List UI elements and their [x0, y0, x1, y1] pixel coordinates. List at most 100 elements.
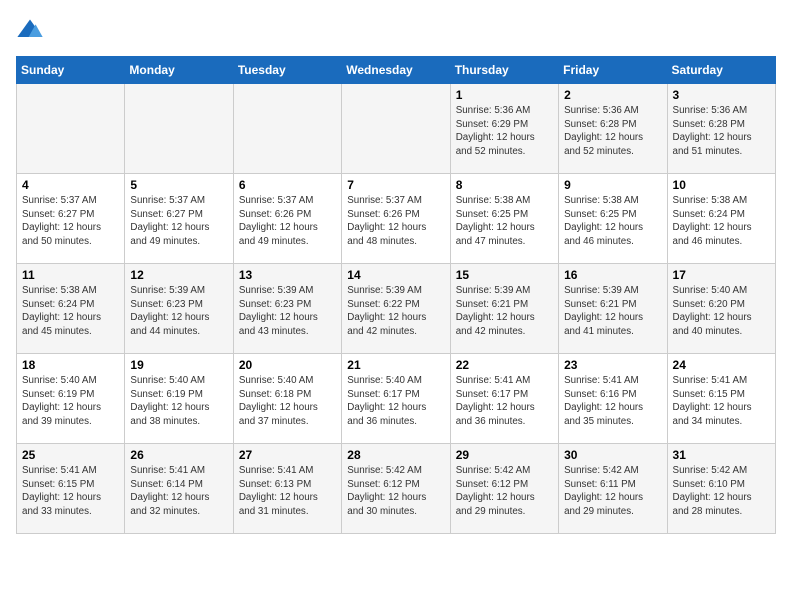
day-info: Sunrise: 5:39 AM Sunset: 6:22 PM Dayligh…: [347, 284, 444, 339]
day-info: Sunrise: 5:37 AM Sunset: 6:27 PM Dayligh…: [22, 194, 119, 249]
day-info: Sunrise: 5:40 AM Sunset: 6:17 PM Dayligh…: [347, 374, 444, 429]
calendar-week: 11Sunrise: 5:38 AM Sunset: 6:24 PM Dayli…: [17, 264, 776, 354]
calendar-cell: 9 Sunrise: 5:38 AM Sunset: 6:25 PM Daylig…: [559, 174, 667, 264]
calendar-cell: 16 Sunrise: 5:39 AM Sunset: 6:21 PM Dayli…: [559, 264, 667, 354]
logo: [16, 16, 48, 44]
calendar-cell: 25 Sunrise: 5:41 AM Sunset: 6:15 PM Dayli…: [17, 444, 125, 534]
calendar-cell: 20 Sunrise: 5:40 AM Sunset: 6:18 PM Dayli…: [233, 354, 341, 444]
day-info: Sunrise: 5:37 AM Sunset: 6:27 PM Dayligh…: [130, 194, 227, 249]
day-info: Sunrise: 5:42 AM Sunset: 6:12 PM Dayligh…: [456, 464, 553, 519]
day-number: 31: [673, 448, 770, 462]
calendar-cell: 30 Sunrise: 5:42 AM Sunset: 6:11 PM Dayli…: [559, 444, 667, 534]
day-number: 20: [239, 358, 336, 372]
calendar-cell: 12 Sunrise: 5:39 AM Sunset: 6:23 PM Dayli…: [125, 264, 233, 354]
calendar-cell: 24 Sunrise: 5:41 AM Sunset: 6:15 PM Dayli…: [667, 354, 775, 444]
calendar-cell: 3Sunrise: 5:36 AM Sunset: 6:28 PM Daylig…: [667, 84, 775, 174]
day-number: 12: [130, 268, 227, 282]
day-info: Sunrise: 5:41 AM Sunset: 6:15 PM Dayligh…: [673, 374, 770, 429]
day-number: 28: [347, 448, 444, 462]
day-info: Sunrise: 5:39 AM Sunset: 6:23 PM Dayligh…: [239, 284, 336, 339]
day-number: 2: [564, 88, 661, 102]
day-number: 29: [456, 448, 553, 462]
calendar-cell: 31 Sunrise: 5:42 AM Sunset: 6:10 PM Dayli…: [667, 444, 775, 534]
day-info: Sunrise: 5:40 AM Sunset: 6:18 PM Dayligh…: [239, 374, 336, 429]
calendar-cell: 2 Sunrise: 5:36 AM Sunset: 6:28 PM Daylig…: [559, 84, 667, 174]
day-number: 1: [456, 88, 553, 102]
weekday-header: Tuesday: [233, 57, 341, 84]
weekday-header: Sunday: [17, 57, 125, 84]
calendar-cell: 6 Sunrise: 5:37 AM Sunset: 6:26 PM Daylig…: [233, 174, 341, 264]
day-info: Sunrise: 5:42 AM Sunset: 6:10 PM Dayligh…: [673, 464, 770, 519]
day-info: Sunrise: 5:39 AM Sunset: 6:23 PM Dayligh…: [130, 284, 227, 339]
day-number: 13: [239, 268, 336, 282]
calendar-cell: 8 Sunrise: 5:38 AM Sunset: 6:25 PM Daylig…: [450, 174, 558, 264]
day-info: Sunrise: 5:38 AM Sunset: 6:24 PM Dayligh…: [22, 284, 119, 339]
day-number: 19: [130, 358, 227, 372]
day-number: 6: [239, 178, 336, 192]
calendar-cell: 19 Sunrise: 5:40 AM Sunset: 6:19 PM Dayli…: [125, 354, 233, 444]
day-number: 5: [130, 178, 227, 192]
day-number: 3: [673, 88, 770, 102]
weekday-header: Thursday: [450, 57, 558, 84]
calendar-week: 18 Sunrise: 5:40 AM Sunset: 6:19 PM Dayli…: [17, 354, 776, 444]
calendar-cell: [17, 84, 125, 174]
weekday-header: Friday: [559, 57, 667, 84]
day-number: 24: [673, 358, 770, 372]
day-info: Sunrise: 5:37 AM Sunset: 6:26 PM Dayligh…: [239, 194, 336, 249]
calendar-cell: [342, 84, 450, 174]
day-info: Sunrise: 5:41 AM Sunset: 6:15 PM Dayligh…: [22, 464, 119, 519]
day-number: 8: [456, 178, 553, 192]
calendar-cell: 23 Sunrise: 5:41 AM Sunset: 6:16 PM Dayli…: [559, 354, 667, 444]
calendar-cell: 29 Sunrise: 5:42 AM Sunset: 6:12 PM Dayli…: [450, 444, 558, 534]
calendar: SundayMondayTuesdayWednesdayThursdayFrid…: [16, 56, 776, 534]
calendar-week: 1 Sunrise: 5:36 AM Sunset: 6:29 PM Daylig…: [17, 84, 776, 174]
day-info: Sunrise: 5:36 AM Sunset: 6:29 PM Dayligh…: [456, 104, 553, 159]
calendar-cell: 22 Sunrise: 5:41 AM Sunset: 6:17 PM Dayli…: [450, 354, 558, 444]
day-info: Sunrise: 5:39 AM Sunset: 6:21 PM Dayligh…: [564, 284, 661, 339]
calendar-week: 4 Sunrise: 5:37 AM Sunset: 6:27 PM Daylig…: [17, 174, 776, 264]
calendar-cell: [125, 84, 233, 174]
calendar-cell: 17Sunrise: 5:40 AM Sunset: 6:20 PM Dayli…: [667, 264, 775, 354]
day-number: 26: [130, 448, 227, 462]
day-number: 10: [673, 178, 770, 192]
day-number: 25: [22, 448, 119, 462]
day-info: Sunrise: 5:36 AM Sunset: 6:28 PM Dayligh…: [564, 104, 661, 159]
day-info: Sunrise: 5:42 AM Sunset: 6:11 PM Dayligh…: [564, 464, 661, 519]
calendar-cell: 21 Sunrise: 5:40 AM Sunset: 6:17 PM Dayli…: [342, 354, 450, 444]
calendar-cell: 11Sunrise: 5:38 AM Sunset: 6:24 PM Dayli…: [17, 264, 125, 354]
day-number: 21: [347, 358, 444, 372]
day-info: Sunrise: 5:41 AM Sunset: 6:16 PM Dayligh…: [564, 374, 661, 429]
calendar-cell: 26Sunrise: 5:41 AM Sunset: 6:14 PM Dayli…: [125, 444, 233, 534]
day-info: Sunrise: 5:40 AM Sunset: 6:20 PM Dayligh…: [673, 284, 770, 339]
calendar-cell: 15Sunrise: 5:39 AM Sunset: 6:21 PM Dayli…: [450, 264, 558, 354]
weekday-header: Saturday: [667, 57, 775, 84]
day-info: Sunrise: 5:41 AM Sunset: 6:17 PM Dayligh…: [456, 374, 553, 429]
calendar-week: 25 Sunrise: 5:41 AM Sunset: 6:15 PM Dayli…: [17, 444, 776, 534]
day-number: 22: [456, 358, 553, 372]
day-info: Sunrise: 5:40 AM Sunset: 6:19 PM Dayligh…: [130, 374, 227, 429]
day-number: 7: [347, 178, 444, 192]
day-info: Sunrise: 5:39 AM Sunset: 6:21 PM Dayligh…: [456, 284, 553, 339]
calendar-cell: 1 Sunrise: 5:36 AM Sunset: 6:29 PM Daylig…: [450, 84, 558, 174]
day-number: 9: [564, 178, 661, 192]
day-info: Sunrise: 5:38 AM Sunset: 6:25 PM Dayligh…: [456, 194, 553, 249]
calendar-header: SundayMondayTuesdayWednesdayThursdayFrid…: [17, 57, 776, 84]
calendar-cell: 4 Sunrise: 5:37 AM Sunset: 6:27 PM Daylig…: [17, 174, 125, 264]
day-number: 18: [22, 358, 119, 372]
day-number: 16: [564, 268, 661, 282]
day-info: Sunrise: 5:38 AM Sunset: 6:24 PM Dayligh…: [673, 194, 770, 249]
day-info: Sunrise: 5:38 AM Sunset: 6:25 PM Dayligh…: [564, 194, 661, 249]
day-number: 30: [564, 448, 661, 462]
day-info: Sunrise: 5:42 AM Sunset: 6:12 PM Dayligh…: [347, 464, 444, 519]
calendar-cell: 10 Sunrise: 5:38 AM Sunset: 6:24 PM Dayli…: [667, 174, 775, 264]
calendar-cell: 5 Sunrise: 5:37 AM Sunset: 6:27 PM Daylig…: [125, 174, 233, 264]
day-number: 4: [22, 178, 119, 192]
weekday-header: Wednesday: [342, 57, 450, 84]
day-number: 23: [564, 358, 661, 372]
day-number: 27: [239, 448, 336, 462]
weekday-header: Monday: [125, 57, 233, 84]
calendar-cell: 7Sunrise: 5:37 AM Sunset: 6:26 PM Daylig…: [342, 174, 450, 264]
day-info: Sunrise: 5:40 AM Sunset: 6:19 PM Dayligh…: [22, 374, 119, 429]
calendar-cell: 14Sunrise: 5:39 AM Sunset: 6:22 PM Dayli…: [342, 264, 450, 354]
calendar-cell: 13 Sunrise: 5:39 AM Sunset: 6:23 PM Dayli…: [233, 264, 341, 354]
